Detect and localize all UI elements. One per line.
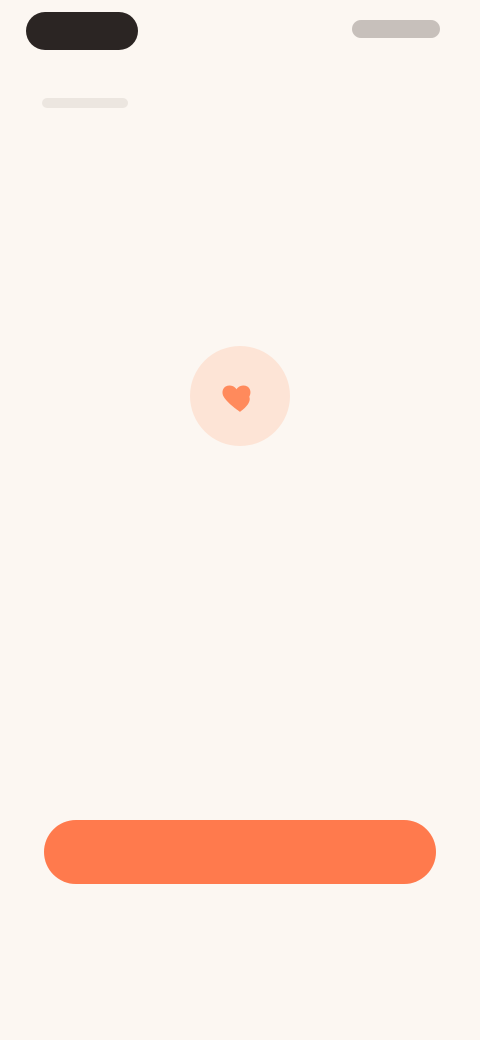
top-right-link[interactable] [352,20,440,38]
heart-icon [222,385,251,412]
top-left-pill-button[interactable] [26,12,138,50]
top-subline [42,98,128,108]
hero-illustration [190,346,290,446]
primary-button[interactable] [44,820,436,884]
screen [0,0,480,1040]
